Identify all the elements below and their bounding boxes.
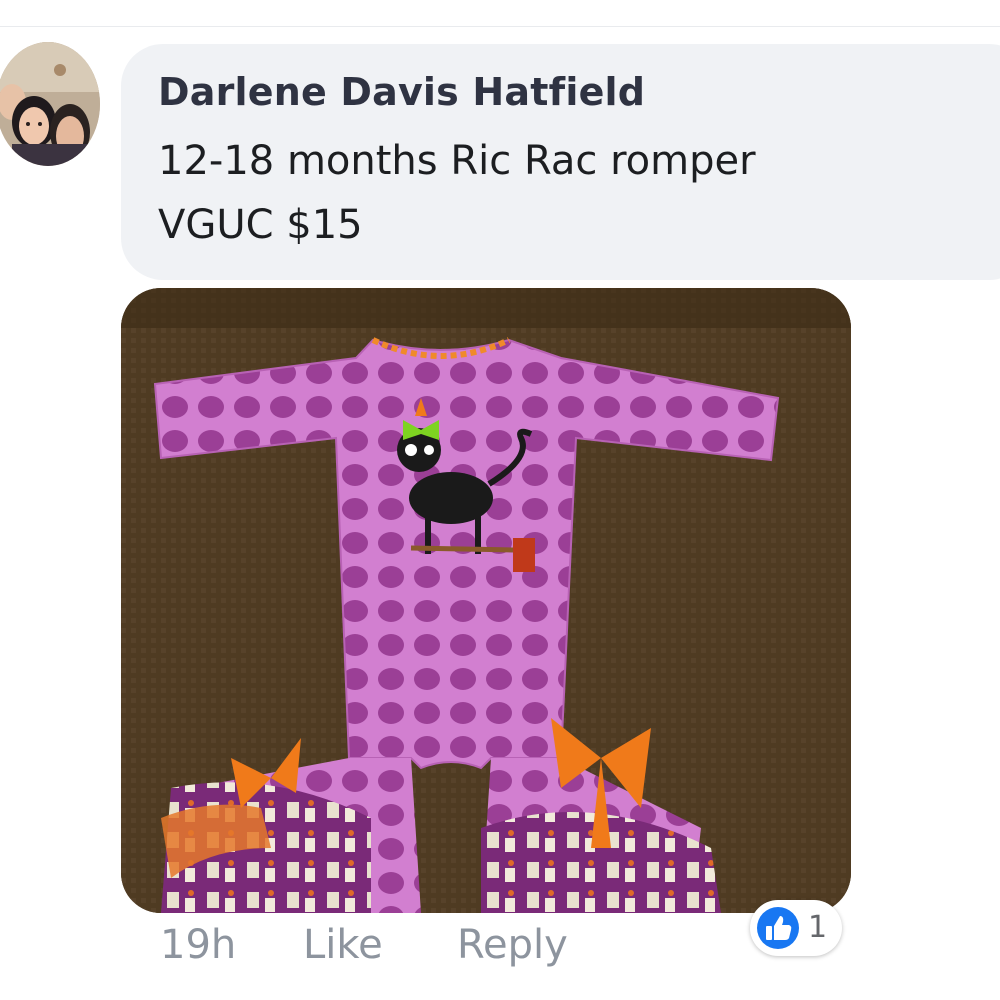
- reaction-count: 1: [808, 910, 828, 945]
- reaction-summary[interactable]: 1: [750, 900, 842, 956]
- top-divider: [0, 26, 1000, 27]
- comment-text-line-1: 12-18 months Ric Rac romper: [158, 138, 756, 184]
- facebook-comment-screen: Darlene Davis Hatfield 12-18 months Ric …: [0, 0, 1000, 1000]
- avatar-photo: [0, 42, 100, 166]
- avatar[interactable]: [0, 42, 100, 166]
- comment-text-line-2: VGUC $15: [158, 202, 363, 248]
- comment-author-name[interactable]: Darlene Davis Hatfield: [158, 70, 645, 114]
- like-button[interactable]: Like: [303, 922, 383, 968]
- comment-photo[interactable]: [121, 288, 851, 913]
- thumbs-up-icon: [757, 907, 799, 949]
- romper-photo-illustration: [121, 288, 851, 913]
- comment-timestamp[interactable]: 19h: [160, 922, 236, 968]
- reply-button[interactable]: Reply: [457, 922, 568, 968]
